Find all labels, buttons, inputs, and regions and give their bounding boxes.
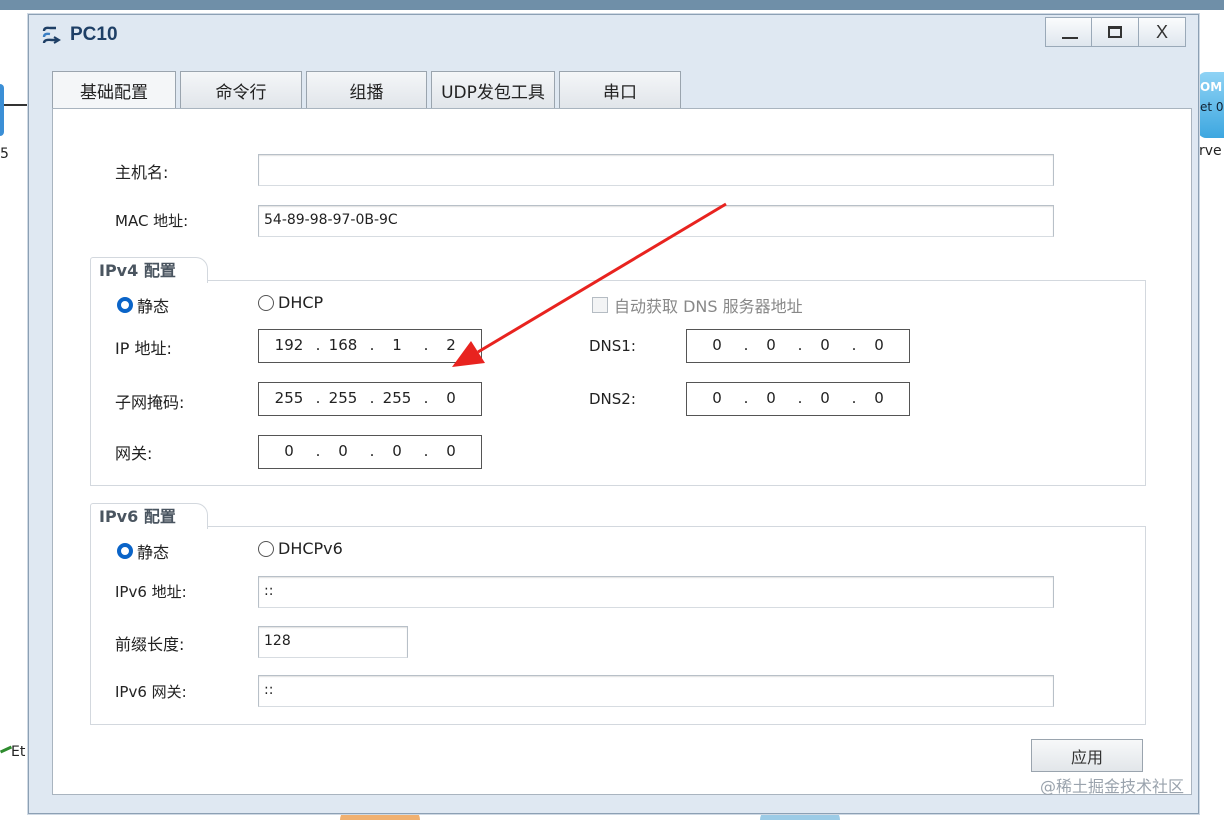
ipv4-dhcp-radio[interactable]: DHCP: [258, 293, 323, 312]
ipv6-address-label: IPv6 地址:: [115, 583, 187, 601]
mask-octet: 255: [328, 389, 358, 407]
hostname-input[interactable]: [258, 154, 1054, 186]
background-link-line: [4, 104, 28, 106]
close-icon: X: [1155, 22, 1168, 42]
subnet-mask-label: 子网掩码:: [115, 393, 185, 412]
ipv4-dhcp-label: DHCP: [278, 293, 324, 312]
dns-octet: 0: [820, 389, 830, 407]
ipv6-dhcpv6-label: DHCPv6: [278, 539, 343, 558]
ipv6-dhcpv6-radio[interactable]: DHCPv6: [258, 539, 343, 558]
pc-device-icon: [42, 26, 61, 44]
hostname-label: 主机名:: [115, 163, 169, 182]
mac-label: MAC 地址:: [115, 212, 189, 230]
close-button[interactable]: X: [1139, 17, 1186, 47]
background-topbar: [0, 0, 1224, 10]
radio-unselected-icon: [258, 294, 274, 311]
prefix-length-label: 前缀长度:: [115, 635, 185, 654]
ipv6-group-title: IPv6 配置: [90, 503, 208, 529]
background-server-label: rve: [1199, 143, 1222, 159]
ipv6-static-radio[interactable]: 静态: [117, 539, 169, 563]
ip-address-label: IP 地址:: [115, 339, 172, 358]
minimize-icon: [1062, 37, 1078, 39]
dns-octet: 0: [712, 336, 722, 354]
window-controls: X: [1045, 17, 1186, 47]
apply-button[interactable]: 应用: [1031, 739, 1143, 772]
maximize-icon: [1108, 26, 1122, 38]
background-eth-label: Et: [11, 744, 26, 760]
tab-bar: 基础配置 命令行 组播 UDP发包工具 串口: [52, 71, 685, 108]
gateway-label: 网关:: [115, 444, 153, 463]
dns1-label: DNS1:: [589, 337, 636, 355]
dns-octet: 0: [874, 389, 884, 407]
background-server-icon: OM et 0: [1198, 72, 1224, 138]
window-title: PC10: [70, 24, 118, 45]
ip-address-input[interactable]: 192 . 168 . 1 . 2: [258, 329, 482, 363]
dns-octet: 0: [712, 389, 722, 407]
prefix-length-input[interactable]: 128: [258, 626, 408, 658]
watermark: @稀土掘金技术社区: [1040, 777, 1185, 796]
background-server-text: et 0: [1200, 100, 1224, 114]
gateway-octet: 0: [338, 442, 348, 460]
dns-octet: 0: [766, 336, 776, 354]
tab-multicast[interactable]: 组播: [306, 71, 427, 108]
ipv4-group-title: IPv4 配置: [90, 257, 208, 283]
ipv6-static-label: 静态: [137, 543, 170, 562]
background-device-icon: [0, 84, 4, 136]
minimize-button[interactable]: [1045, 17, 1092, 47]
dns-octet: 0: [820, 336, 830, 354]
tab-basic-config[interactable]: 基础配置: [52, 71, 176, 108]
checkbox-icon: [592, 297, 608, 313]
radio-selected-icon: [117, 297, 133, 313]
background-device-label: 5: [0, 146, 9, 162]
background-server-text: OM: [1200, 80, 1223, 94]
dns1-input[interactable]: 0 . 0 . 0 . 0: [686, 329, 910, 363]
gateway-octet: 0: [446, 442, 456, 460]
ip-octet: 1: [392, 336, 402, 354]
ipv6-address-input[interactable]: ::: [258, 576, 1054, 608]
dns2-input[interactable]: 0 . 0 . 0 . 0: [686, 382, 910, 416]
gateway-octet: 0: [284, 442, 294, 460]
mask-octet: 255: [382, 389, 412, 407]
radio-unselected-icon: [258, 540, 274, 557]
maximize-button[interactable]: [1092, 17, 1139, 47]
pc-config-window: PC10 X 基础配置 命令行 组播 UDP发包工具 串口 主机名: MAC 地…: [28, 14, 1199, 814]
tab-udp-tool[interactable]: UDP发包工具: [431, 71, 555, 108]
title-bar[interactable]: PC10 X: [29, 15, 1198, 55]
dns2-label: DNS2:: [589, 390, 636, 408]
radio-selected-icon: [117, 543, 133, 559]
mac-address-field[interactable]: 54-89-98-97-0B-9C: [258, 205, 1054, 237]
gateway-octet: 0: [392, 442, 402, 460]
mask-octet: 255: [274, 389, 304, 407]
ip-octet: 168: [328, 336, 358, 354]
subnet-mask-input[interactable]: 255 . 255 . 255 . 0: [258, 382, 482, 416]
ipv6-gateway-label: IPv6 网关:: [115, 683, 187, 701]
ipv4-static-radio[interactable]: 静态: [117, 293, 169, 317]
gateway-input[interactable]: 0 . 0 . 0 . 0: [258, 435, 482, 469]
auto-dns-checkbox[interactable]: 自动获取 DNS 服务器地址: [592, 293, 803, 317]
basic-config-panel: 主机名: MAC 地址: 54-89-98-97-0B-9C IPv4 配置 静…: [52, 108, 1192, 795]
dns-octet: 0: [874, 336, 884, 354]
ipv6-gateway-input[interactable]: ::: [258, 675, 1054, 707]
ip-octet: 192: [274, 336, 304, 354]
tab-command-line[interactable]: 命令行: [180, 71, 302, 108]
ip-octet: 2: [446, 336, 456, 354]
tab-serial[interactable]: 串口: [559, 71, 681, 108]
ipv4-static-label: 静态: [137, 297, 170, 316]
auto-dns-label: 自动获取 DNS 服务器地址: [614, 297, 803, 316]
mask-octet: 0: [446, 389, 456, 407]
dns-octet: 0: [766, 389, 776, 407]
